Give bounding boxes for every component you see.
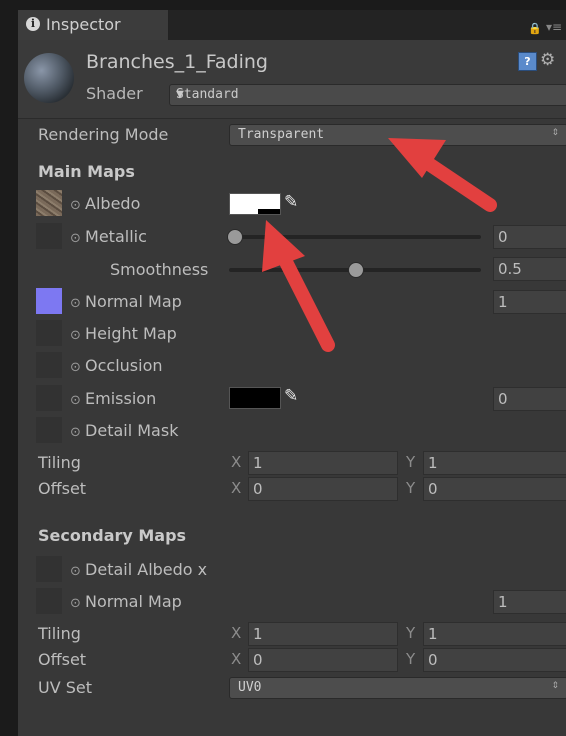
annotation-arrows (262, 138, 497, 352)
arrow-to-albedo-alpha (262, 220, 335, 352)
arrow-to-rendering-mode (388, 138, 497, 212)
